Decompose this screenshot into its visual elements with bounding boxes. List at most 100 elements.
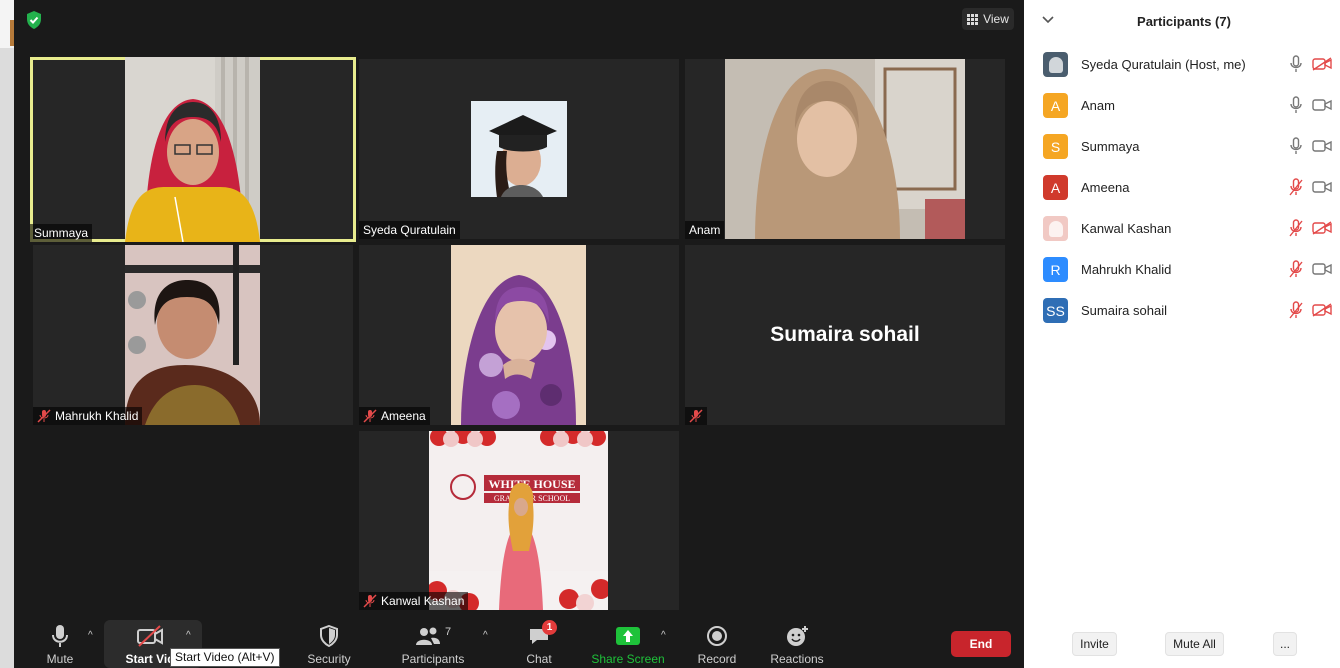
avatar-photo-icon (1048, 220, 1063, 237)
participants-icon (415, 627, 440, 645)
video-frame-mahrukh (125, 245, 260, 425)
tile-name-tag: Anam (685, 221, 725, 239)
chat-label: Chat (526, 652, 552, 666)
muted-mic-icon (363, 409, 377, 423)
view-label: View (983, 12, 1009, 26)
video-camera-icon[interactable] (1312, 180, 1332, 194)
participants-panel: Participants (7) Syeda Quratulain (Host,… (1024, 0, 1340, 668)
mute-all-button[interactable]: Mute All (1165, 632, 1224, 656)
participant-video (451, 245, 586, 425)
participant-row[interactable]: SS Sumaira sohail (1024, 291, 1340, 331)
record-button[interactable]: Record (697, 624, 737, 666)
participant-row[interactable]: S Summaya (1024, 127, 1340, 167)
reactions-label: Reactions (770, 652, 824, 666)
avatar: R (1043, 257, 1068, 282)
invite-button[interactable]: Invite (1072, 632, 1117, 656)
video-frame-kanwal: WHITE HOUSE GRAMMAR SCHOOL (429, 431, 608, 610)
avatar: SS (1043, 298, 1068, 323)
encryption-shield-icon[interactable] (24, 10, 44, 30)
avatar-photo-icon (1048, 56, 1063, 73)
participant-display-name: Sumaira sohail (770, 323, 920, 346)
muted-mic-icon[interactable] (1288, 178, 1304, 196)
tile-name-tag: Summaya (30, 224, 93, 242)
video-camera-icon[interactable] (1312, 262, 1332, 276)
security-shield-icon (320, 625, 338, 647)
start-video-tooltip: Start Video (Alt+V) (170, 648, 280, 667)
video-off-icon (137, 625, 163, 647)
microphone-icon[interactable] (1288, 96, 1304, 114)
tile-name-tag (685, 407, 707, 425)
participant-name: Mahrukh Khalid (1081, 262, 1172, 277)
muted-mic-icon[interactable] (1288, 219, 1304, 237)
meeting-toolbar: Mute ^ Start Vid ^ Security 7 Participan… (14, 612, 1024, 668)
tile-name: Ameena (381, 409, 426, 423)
audio-options-caret-icon[interactable]: ^ (88, 630, 93, 641)
profile-picture-image (471, 101, 567, 197)
participant-name: Ameena (1081, 180, 1130, 195)
start-video-label: Start Vid (125, 652, 175, 666)
tile-name: Summaya (34, 226, 89, 240)
muted-mic-icon[interactable] (1288, 260, 1304, 278)
participant-row[interactable]: R Mahrukh Khalid (1024, 250, 1340, 290)
video-camera-icon[interactable] (1312, 139, 1332, 153)
participant-name: Sumaira sohail (1081, 303, 1167, 318)
zoom-window: View Summaya Syeda Quratulain Anam Mahru… (0, 0, 1340, 668)
participants-panel-header: Participants (7) (1024, 0, 1340, 42)
end-meeting-button[interactable]: End (951, 631, 1011, 657)
participant-row[interactable]: A Anam (1024, 86, 1340, 126)
participant-row[interactable]: Syeda Quratulain (Host, me) (1024, 45, 1340, 85)
video-tile-summaya[interactable]: Summaya (30, 57, 356, 242)
share-screen-label: Share Screen (591, 652, 665, 666)
more-options-button[interactable]: ... (1273, 632, 1297, 656)
video-tile-kanwal-kashan[interactable]: WHITE HOUSE GRAMMAR SCHOOL Kanwal Kashan (359, 431, 679, 610)
video-off-icon[interactable] (1312, 57, 1332, 71)
video-tile-sumaira-sohail[interactable]: Sumaira sohail (685, 245, 1005, 425)
muted-mic-icon (689, 409, 703, 423)
mute-button[interactable]: Mute (42, 624, 78, 666)
participants-options-caret-icon[interactable]: ^ (483, 630, 488, 641)
video-off-icon[interactable] (1312, 303, 1332, 317)
tile-name: Anam (689, 223, 721, 237)
share-options-caret-icon[interactable]: ^ (661, 630, 666, 641)
reactions-smiley-icon (787, 626, 808, 646)
muted-mic-icon[interactable] (1288, 301, 1304, 319)
participant-row[interactable]: A Ameena (1024, 168, 1340, 208)
avatar (1043, 216, 1068, 241)
chat-unread-badge: 1 (542, 620, 557, 635)
view-button[interactable]: View (962, 8, 1014, 30)
microphone-icon (52, 625, 68, 647)
microphone-icon[interactable] (1288, 55, 1304, 73)
participants-panel-title: Participants (7) (1137, 14, 1231, 29)
video-tile-anam[interactable]: Anam (685, 59, 1005, 239)
background-window-edge (0, 0, 14, 668)
participants-label: Participants (401, 652, 465, 666)
participant-name: Anam (1081, 98, 1115, 113)
participants-panel-footer: Invite Mute All ... (1024, 632, 1340, 658)
banner-line1: WHITE HOUSE (488, 477, 575, 491)
video-off-icon[interactable] (1312, 221, 1332, 235)
participant-name: Kanwal Kashan (1081, 221, 1172, 236)
profile-picture (471, 101, 567, 197)
security-button[interactable]: Security (304, 624, 354, 666)
tile-name: Kanwal Kashan (381, 594, 465, 608)
microphone-icon[interactable] (1288, 137, 1304, 155)
video-tile-syeda-quratulain[interactable]: Syeda Quratulain (359, 59, 679, 239)
video-camera-icon[interactable] (1312, 98, 1332, 112)
muted-mic-icon (37, 409, 51, 423)
video-frame-anam (725, 59, 965, 239)
participants-button[interactable]: 7 Participants (400, 624, 466, 666)
muted-mic-icon (363, 594, 377, 608)
participant-name: Syeda Quratulain (Host, me) (1081, 57, 1246, 72)
video-tile-ameena[interactable]: Ameena (359, 245, 679, 425)
tile-name-tag: Ameena (359, 407, 430, 425)
grid-icon (967, 13, 979, 25)
reactions-button[interactable]: Reactions (770, 624, 824, 666)
tile-name-tag: Mahrukh Khalid (33, 407, 143, 425)
avatar: A (1043, 93, 1068, 118)
share-screen-button[interactable]: Share Screen (591, 624, 665, 666)
participant-row[interactable]: Kanwal Kashan (1024, 209, 1340, 249)
video-tile-mahrukh-khalid[interactable]: Mahrukh Khalid (33, 245, 353, 425)
share-screen-icon (616, 627, 640, 645)
video-options-caret-icon[interactable]: ^ (186, 630, 191, 641)
tile-name-tag: Syeda Quratulain (359, 221, 460, 239)
